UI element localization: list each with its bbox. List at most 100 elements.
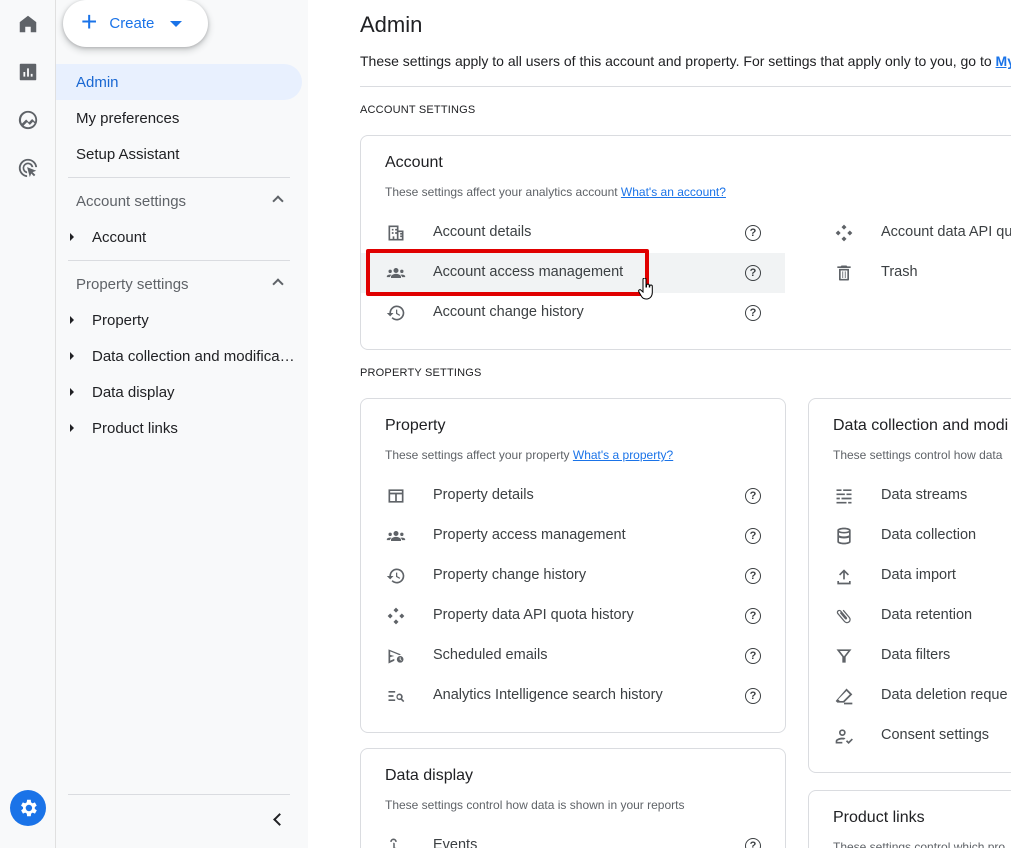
help-icon[interactable]: ? [745, 648, 761, 664]
trash-label: Trash [881, 264, 918, 280]
history-icon [385, 303, 407, 323]
account-card: Account These settings affect your analy… [360, 135, 1011, 350]
app-rail [0, 0, 56, 848]
events-label: Events [433, 837, 478, 848]
help-icon[interactable]: ? [745, 225, 761, 241]
nav-account-label: Account [92, 228, 147, 246]
data-collection-card-subtitle: These settings control how data [833, 448, 1003, 462]
data-deletion-requests-row[interactable]: Data deletion reque [809, 676, 1011, 716]
property-details-label: Property details [433, 487, 534, 503]
data-collection-row[interactable]: Data collection [809, 516, 1011, 556]
nav-account[interactable]: Account [56, 219, 302, 255]
account-details-label: Account details [433, 224, 532, 240]
events-row[interactable]: Events ? [361, 826, 785, 848]
nav-account-settings-header[interactable]: Account settings [56, 183, 302, 219]
whats-a-property-link[interactable]: What's a property? [573, 448, 673, 462]
nav-admin[interactable]: Admin [56, 64, 302, 100]
admin-gear-icon[interactable] [10, 790, 46, 826]
history-icon [385, 566, 407, 586]
data-import-row[interactable]: Data import [809, 556, 1011, 596]
analytics-intelligence-history-label: Analytics Intelligence search history [433, 687, 663, 703]
property-card-subtitle-text: These settings affect your property [385, 448, 573, 462]
nav-setup-assistant[interactable]: Setup Assistant [56, 136, 302, 172]
data-filters-row[interactable]: Data filters [809, 636, 1011, 676]
expand-arrow-icon [70, 388, 74, 396]
data-streams-row[interactable]: Data streams [809, 476, 1011, 516]
property-change-history-label: Property change history [433, 567, 587, 583]
property-access-management-row[interactable]: Property access management ? [361, 516, 785, 556]
whats-an-account-link[interactable]: What's an account? [621, 185, 726, 199]
nav-data-display-label: Data display [92, 383, 175, 401]
nav-product-links-label: Product links [92, 419, 178, 437]
property-data-api-quota-label: Property data API quota history [433, 607, 634, 623]
highlight-box [366, 249, 649, 296]
reports-icon[interactable] [14, 58, 42, 86]
data-collection-label: Data collection [881, 527, 977, 543]
building-icon [385, 223, 407, 243]
property-access-management-label: Property access management [433, 527, 626, 543]
data-filters-label: Data filters [881, 647, 951, 663]
chevron-up-icon [272, 195, 284, 207]
consent-settings-row[interactable]: Consent settings [809, 716, 1011, 756]
data-streams-label: Data streams [881, 487, 968, 503]
account-card-subtitle: These settings affect your analytics acc… [385, 185, 726, 199]
product-links-card-title: Product links [833, 809, 925, 826]
nav-my-preferences[interactable]: My preferences [56, 100, 302, 136]
create-button[interactable]: + Create [63, 0, 208, 47]
help-icon[interactable]: ? [745, 568, 761, 584]
scheduled-emails-row[interactable]: Scheduled emails ? [361, 636, 785, 676]
account-change-history-row[interactable]: Account change history ? [361, 293, 785, 333]
divider [68, 177, 290, 178]
database-icon [833, 526, 855, 546]
expand-arrow-icon [70, 316, 74, 324]
divider [360, 86, 1011, 87]
expand-arrow-icon [70, 233, 74, 241]
data-streams-icon [833, 486, 855, 506]
data-display-card-title: Data display [385, 767, 474, 784]
data-collection-card: Data collection and modi These settings … [808, 398, 1011, 773]
data-retention-row[interactable]: Data retention [809, 596, 1011, 636]
help-icon[interactable]: ? [745, 838, 761, 848]
help-icon[interactable]: ? [745, 688, 761, 704]
advertising-icon[interactable] [14, 154, 42, 182]
help-icon[interactable]: ? [745, 488, 761, 504]
filter-icon [833, 646, 855, 666]
data-collection-card-title: Data collection and modi [833, 417, 1009, 434]
product-links-card: Product links These settings control whi… [808, 790, 1011, 848]
property-change-history-row[interactable]: Property change history ? [361, 556, 785, 596]
nav-data-collection-label: Data collection and modifica… [92, 347, 295, 365]
scheduled-emails-label: Scheduled emails [433, 647, 548, 663]
property-details-row[interactable]: Property details ? [361, 476, 785, 516]
hand-cursor-icon [638, 278, 653, 300]
help-icon[interactable]: ? [745, 608, 761, 624]
upload-icon [833, 566, 855, 586]
data-display-card-subtitle: These settings control how data is shown… [385, 798, 685, 812]
account-settings-heading: ACCOUNT SETTINGS [360, 104, 476, 116]
account-change-history-label: Account change history [433, 304, 584, 320]
trash-row[interactable]: Trash [809, 253, 1011, 293]
account-data-api-quota-row[interactable]: Account data API qu [809, 213, 1011, 253]
account-details-row[interactable]: Account details ? [361, 213, 785, 253]
home-icon[interactable] [14, 10, 42, 38]
web-icon [385, 486, 407, 506]
main-content: Admin These settings apply to all users … [308, 0, 1011, 848]
attachment-icon [833, 606, 855, 626]
nav-property-settings-label: Property settings [76, 275, 189, 293]
property-data-api-quota-row[interactable]: Property data API quota history ? [361, 596, 785, 636]
nav-property[interactable]: Property [56, 302, 302, 338]
collapse-nav-icon[interactable] [270, 812, 284, 826]
explore-icon[interactable] [14, 106, 42, 134]
nav-account-settings-label: Account settings [76, 192, 187, 210]
help-icon[interactable]: ? [745, 528, 761, 544]
help-icon[interactable]: ? [745, 305, 761, 321]
nav-data-display[interactable]: Data display [56, 374, 302, 410]
scheduled-send-icon [385, 646, 407, 666]
analytics-intelligence-history-row[interactable]: Analytics Intelligence search history ? [361, 676, 785, 716]
help-icon[interactable]: ? [745, 265, 761, 281]
nav-data-collection[interactable]: Data collection and modifica… [56, 338, 302, 374]
nav-product-links[interactable]: Product links [56, 410, 302, 446]
divider [68, 794, 290, 795]
my-preferences-link[interactable]: My [996, 53, 1011, 69]
trash-icon [833, 263, 855, 283]
nav-property-settings-header[interactable]: Property settings [56, 266, 302, 302]
